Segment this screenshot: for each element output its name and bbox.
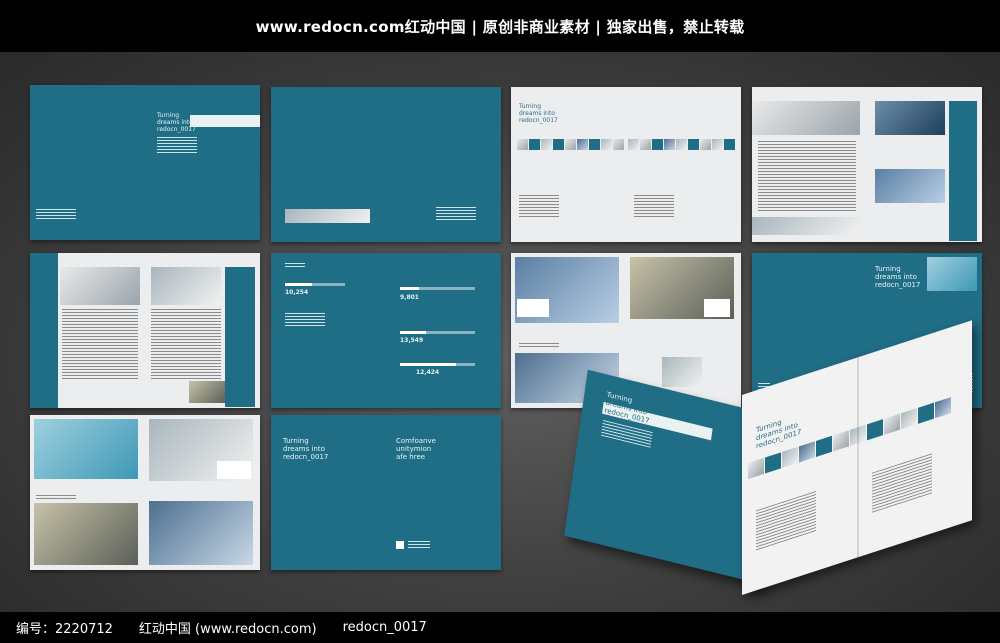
inside-left-page [271,87,386,242]
water-photo [34,419,138,479]
footer-site: 红动中国 (www.redocn.com) [138,622,317,637]
back-title-line-1: Turning [875,265,901,273]
slogan-right-line-2: unitymion [396,445,432,453]
cover-title-line-1: Turning [157,112,179,119]
back-cover-page [30,85,145,240]
stat-value-1: 10,254 [285,289,309,296]
mosaic-title-line-2: dreams into [519,110,555,117]
spread-inside-cover [271,87,501,242]
back-cover-text [36,209,76,219]
open-right-text [872,453,932,513]
desk-caption-box [704,299,730,317]
team-right-page [145,415,260,570]
mosaic-right-page [626,87,741,242]
spread-mosaic: Turning dreams into redocn_0017 [511,87,741,242]
business-left-page [752,87,867,242]
globe-caption-box [517,299,549,317]
spread-office [30,253,260,408]
cover-title-line-3: redocn_0017 [157,126,196,133]
shoes-photo [151,267,221,305]
city-team-photo [149,501,253,565]
spread-stats: 10,254 9,801 13,549 12,424 [271,253,501,408]
slogan-left-page: Turning dreams into redocn_0017 [271,415,386,570]
teal-side-panel [949,101,977,241]
slogan-right-line-1: Comfoanve [396,437,436,445]
cover-body-text [157,137,197,153]
header-title: www.redocn.com红动中国 | 原创非商业素材 | 独家出售，禁止转载 [255,17,745,36]
office-right-page [145,253,260,408]
footer-bar: 编号：2220712 红动中国 (www.redocn.com) redocn_… [0,612,1000,643]
team-caption-box [217,461,251,479]
spread-slogan: Turning dreams into redocn_0017 Comfoanv… [271,415,501,570]
inside-right-page [386,87,501,242]
mosaic-right-text [634,195,674,219]
office-teal-right [225,267,255,407]
office-left-page [30,253,145,408]
laptop-photo [60,267,140,305]
stat-value-2: 9,801 [400,294,419,301]
mosaic-title-line-3: redocn_0017 [519,117,558,124]
mosaic-left-page: Turning dreams into redocn_0017 [511,87,626,242]
business-card-photo [662,357,702,387]
slogan-left-line-3: redocn_0017 [283,453,329,461]
back-title-line-3: redocn_0017 [875,281,921,289]
stats-left-text [285,313,325,327]
office-teal-sidebar [30,253,58,408]
handshake-photo [34,503,138,565]
building-strip-photo [285,209,370,223]
tech-photo [875,101,945,135]
mosaic-title-line-1: Turning [519,103,541,110]
spread-cover: Turning dreams into redocn_0017 [30,85,260,240]
inside-right-text [436,207,476,221]
team-left-caption [36,495,76,499]
footer-code: redocn_0017 [342,620,427,635]
office-right-text [151,309,221,379]
progress-bar-1 [285,283,345,286]
progress-bar-2 [400,287,475,290]
logo-mark [396,541,404,549]
business-left-text [758,141,856,211]
slogan-right-line-3: afe hree [396,453,426,461]
handshake-strip-photo [752,217,860,235]
globe-man-photo [875,169,945,203]
open-gutter [857,356,859,558]
slogan-right-page: Comfoanve unitymion afe hree [386,415,501,570]
watermark-header-bar: www.redocn.com红动中国 | 原创非商业素材 | 独家出售，禁止转载 [0,0,1000,52]
slogan-left-line-2: dreams into [283,445,325,453]
spread-business-photos [752,87,982,242]
business-right-page [867,87,982,242]
stat-value-4: 12,424 [416,369,440,376]
globe-caption-text [519,343,559,347]
office-left-text [62,309,138,379]
team-left-page [30,415,145,570]
spread-team [30,415,260,570]
mosaic-left-text [519,195,559,219]
stats-left-page: 10,254 [271,253,386,408]
photo-mosaic-right [628,139,736,150]
stats-left-heading [285,263,305,267]
footer-id: 编号：2220712 [16,622,113,637]
stats-right-page: 9,801 13,549 12,424 [386,253,501,408]
cover-title-band [190,115,260,127]
progress-bar-3 [400,331,475,334]
slogan-left-line-1: Turning [283,437,309,445]
back-title-line-2: dreams into [875,273,917,281]
currency-photo [189,381,225,403]
abstract-photo [927,257,977,291]
brochure-showcase: Turning dreams into redocn_0017 Turning … [0,52,1000,612]
slogan-right-text [408,541,430,549]
photo-mosaic-left [517,139,625,150]
cover-title-line-2: dreams into [157,119,193,126]
stat-value-3: 13,549 [400,337,424,344]
progress-bar-4 [400,363,475,366]
open-left-text [756,490,816,551]
chess-photo [752,101,860,135]
front-cover-page: Turning dreams into redocn_0017 [145,85,260,240]
